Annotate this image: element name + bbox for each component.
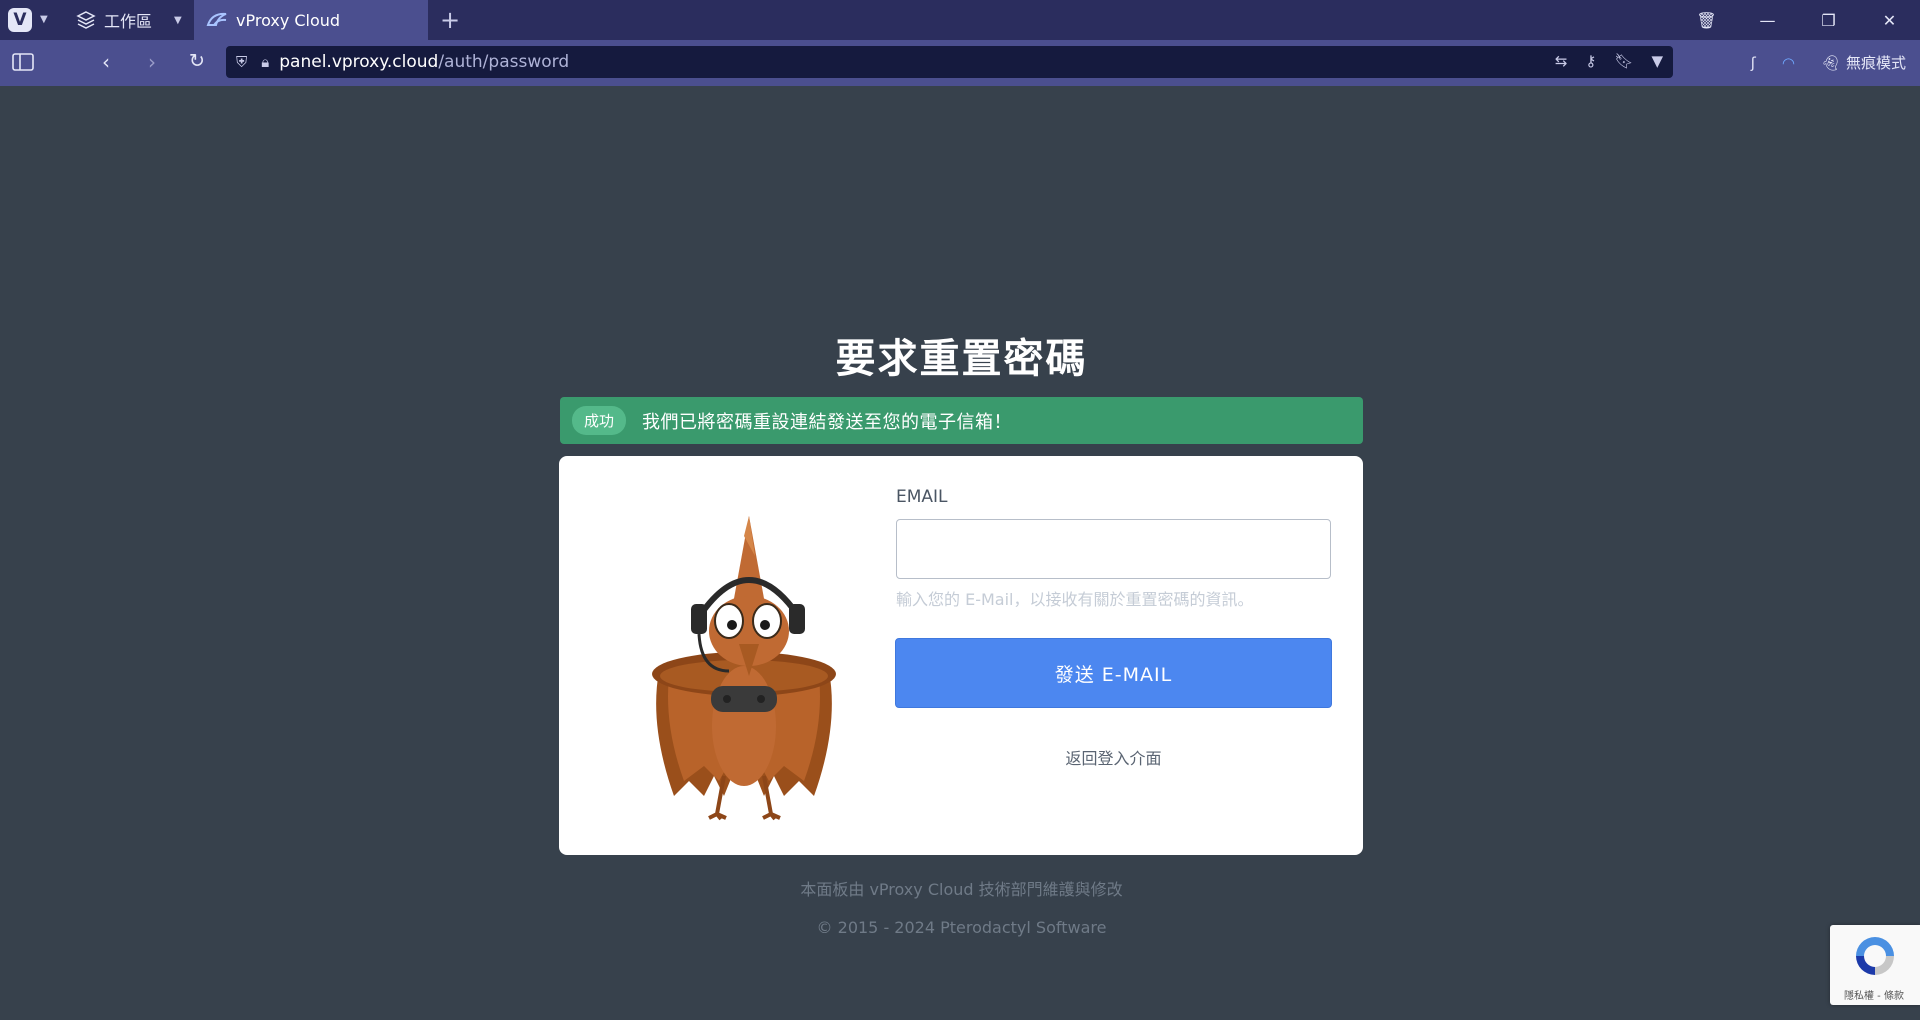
private-mode-label: 無痕模式 — [1845, 54, 1906, 72]
shield-icon[interactable]: ⛨ — [236, 53, 247, 71]
window-controls: 🗑 — ❐ ✕ — [1676, 0, 1920, 40]
reload-icon[interactable]: ↻ — [189, 50, 205, 72]
pterodactyl-mascot-icon — [652, 516, 836, 821]
url-text: panel.vproxy.cloud/auth/password — [279, 52, 570, 72]
reset-password-card: EMAIL 輸入您的 E-Mail，以接收有關於重置密碼的資訊。 發送 E-MA… — [559, 456, 1363, 855]
bookmark-icon[interactable]: 🔖︎ — [1614, 52, 1633, 70]
vpn-extension-icon[interactable]: ◠ — [1782, 54, 1795, 72]
close-icon[interactable]: ✕ — [1859, 11, 1920, 30]
layers-icon — [76, 11, 96, 29]
panel-toggle-icon[interactable] — [12, 53, 34, 71]
forward-icon[interactable]: › — [148, 50, 156, 74]
email-hint: 輸入您的 E-Mail，以接收有關於重置密碼的資訊。 — [896, 590, 1254, 609]
recaptcha-icon — [1856, 937, 1894, 975]
status-badge: 成功 — [572, 406, 627, 435]
recaptcha-badge[interactable]: 隱私權 - 條款 — [1830, 925, 1920, 1005]
minimize-icon[interactable]: — — [1737, 11, 1798, 30]
send-email-button[interactable]: 發送 E-MAIL — [895, 638, 1332, 708]
tab-title: vProxy Cloud — [236, 10, 341, 30]
page-action-icon[interactable]: ⇆ — [1555, 52, 1568, 70]
recaptcha-terms[interactable]: 隱私權 - 條款 — [1844, 987, 1904, 1002]
back-to-login-link[interactable]: 返回登入介面 — [895, 745, 1332, 769]
password-key-icon[interactable]: ⚷ — [1585, 52, 1596, 70]
url-field[interactable]: ⛨ 🔒︎ panel.vproxy.cloud/auth/password ⇆ … — [226, 46, 1673, 78]
workspace-button[interactable]: 工作區 ▼ — [76, 0, 182, 40]
alert-message: 我們已將密碼重設連結發送至您的電子信箱！ — [642, 411, 1013, 433]
email-input[interactable] — [896, 519, 1331, 579]
ghost-icon: 👻︎ — [1820, 53, 1840, 72]
tab-vproxy-cloud[interactable]: vProxy Cloud — [194, 0, 428, 40]
extension-icons: ʃ ◠ 👻︎ 無痕模式 — [1751, 52, 1906, 73]
workspace-chevron-icon: ▼ — [174, 14, 182, 26]
url-actions: ⇆ ⚷ 🔖︎ ▼ — [1555, 52, 1663, 70]
browser-address-bar: ‹ › ↻ ⛨ 🔒︎ panel.vproxy.cloud/auth/passw… — [0, 40, 1920, 86]
footer-copyright[interactable]: © 2015 - 2024 Pterodactyl Software — [560, 918, 1363, 937]
email-label: EMAIL — [896, 487, 948, 507]
restore-icon[interactable]: ❐ — [1798, 11, 1859, 30]
browser-tab-bar: V ▼ 工作區 ▼ vProxy Cloud + 🗑 — ❐ ✕ — [0, 0, 1920, 40]
footer-maintainer: 本面板由 vProxy Cloud 技術部門維護與修改 — [800, 880, 1123, 899]
vivaldi-menu-icon[interactable]: V — [8, 8, 32, 32]
success-alert: 成功 我們已將密碼重設連結發送至您的電子信箱！ — [560, 397, 1363, 444]
trash-icon[interactable]: 🗑 — [1676, 11, 1737, 30]
new-tab-plus-icon[interactable]: + — [440, 6, 460, 34]
lock-icon[interactable]: 🔒︎ — [261, 53, 269, 71]
private-mode-indicator[interactable]: 👻︎ 無痕模式 — [1821, 52, 1906, 73]
surfshark-extension-icon[interactable]: ʃ — [1751, 54, 1756, 72]
workspace-label: 工作區 — [104, 12, 153, 31]
vivaldi-menu-chevron-icon[interactable]: ▼ — [40, 14, 48, 25]
page-title: 要求重置密碼 — [835, 336, 1088, 382]
back-icon[interactable]: ‹ — [102, 50, 110, 74]
vproxy-favicon-icon — [206, 12, 227, 26]
url-dropdown-icon[interactable]: ▼ — [1651, 52, 1663, 70]
